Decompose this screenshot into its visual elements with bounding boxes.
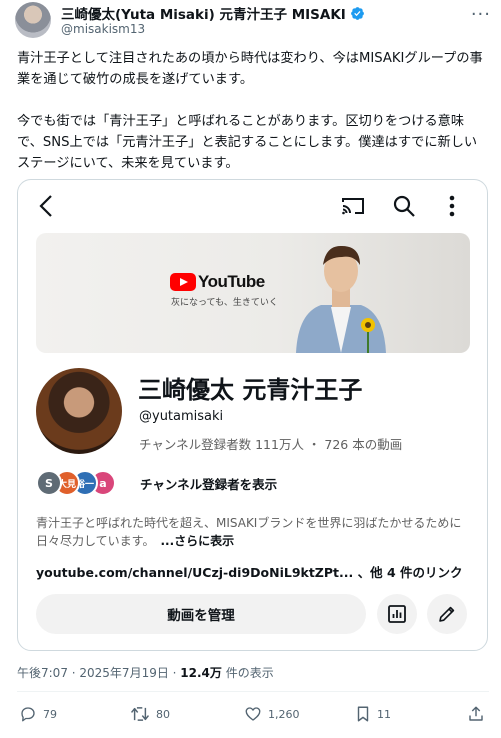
repost-icon [130,707,150,721]
analytics-icon [388,605,406,623]
author-avatar[interactable] [15,2,51,38]
analytics-button [377,594,417,634]
more-options-icon[interactable]: ··· [471,4,491,25]
youtube-play-icon [170,273,196,291]
bookmark-icon [357,706,369,722]
heart-icon [245,707,261,721]
back-arrow-icon [39,195,52,217]
banner-person-image [296,245,386,353]
reply-button[interactable]: 79 [19,705,57,723]
channel-link: youtube.com/channel/UCzj-di9DoNiL9ktZPt.… [36,565,463,580]
verified-badge-icon [350,6,364,20]
like-button[interactable]: 1,260 [244,705,300,723]
like-count: 1,260 [268,707,300,721]
channel-name: 三崎優太 元青汁王子 [138,376,363,404]
channel-banner: YouTube 灰になっても、生きていく [36,233,470,353]
view-suffix: 件の表示 [221,666,274,680]
channel-handle: @yutamisaki [139,409,224,424]
author-name-row[interactable]: 三崎優太(Yuta Misaki) 元青汁王子 MISAKI [61,3,365,23]
reply-icon [21,707,35,722]
description-text: 青汁王子と呼ばれた時代を超え、MISAKIブランドを世界に羽ばたかせるために日々… [36,516,462,548]
share-icon [469,706,483,721]
author-handle[interactable]: @misakism13 [61,22,145,36]
post-text: 青汁王子として注目されたあの頃から時代は変わり、今はMISAKIグループの事業を… [17,51,483,171]
subscriber-avatars: S 大見 裕一 a [36,468,116,498]
manage-videos-button: 動画を管理 [36,594,366,634]
youtube-screenshot-card[interactable]: YouTube 灰になっても、生きていく 三崎優太 元青汁王子 @yutamis… [17,179,488,651]
channel-stats: チャンネル登録者数 111万人 ・ 726 本の動画 [139,437,403,452]
repost-button[interactable]: 80 [130,705,170,723]
channel-avatar[interactable] [36,368,122,454]
reply-count: 79 [43,707,57,721]
show-subscribers-link: チャンネル登録者を表示 [140,477,278,492]
share-button[interactable] [467,705,491,723]
action-bar: 79 80 1,260 11 [17,705,489,729]
edit-button [427,594,467,634]
post-timestamp[interactable]: 午後7:07 · 2025年7月19日 · 12.4万 件の表示 [17,664,274,681]
channel-description: 青汁王子と呼ばれた時代を超え、MISAKIブランドを世界に羽ばたかせるために日々… [36,514,476,550]
banner-tagline: 灰になっても、生きていく [171,298,278,308]
divider [17,691,489,692]
youtube-wordmark: YouTube [198,272,265,291]
pencil-icon [439,606,455,622]
post-time[interactable]: 午後7:07 · 2025年7月19日 · [17,666,180,680]
author-name[interactable]: 三崎優太(Yuta Misaki) 元青汁王子 MISAKI [61,3,346,23]
bookmark-button[interactable]: 11 [355,705,391,723]
search-icon [393,195,415,217]
repost-count: 80 [156,707,170,721]
bookmark-count: 11 [377,707,391,721]
youtube-logo: YouTube [170,272,265,292]
subscriber-avatar: S [36,470,62,496]
cast-icon [342,198,364,215]
vertical-dots-icon [449,195,455,217]
view-count: 12.4万 [180,666,222,680]
show-more-link: ...さらに表示 [160,534,235,548]
